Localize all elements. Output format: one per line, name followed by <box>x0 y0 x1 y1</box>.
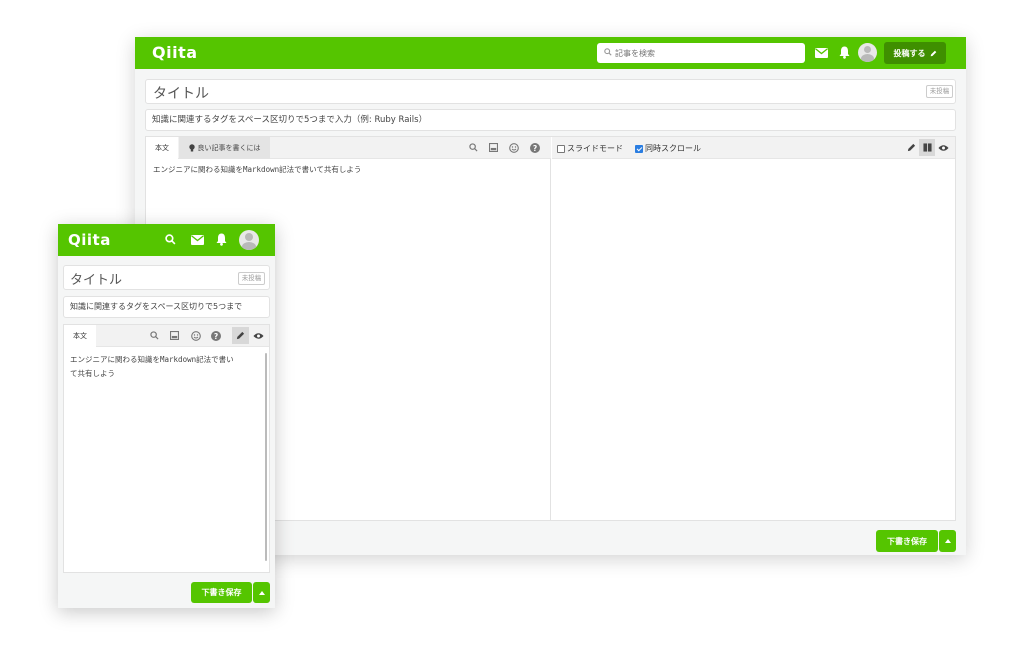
status-badge: 未投稿 <box>926 85 953 98</box>
search-icon[interactable] <box>469 143 478 152</box>
post-button-label: 投稿する <box>893 48 926 58</box>
image-icon[interactable] <box>170 331 179 340</box>
split-mode-button[interactable] <box>919 139 935 156</box>
preview-pane: スライドモード 同時スクロール <box>552 137 955 520</box>
svg-text:?: ? <box>214 332 218 341</box>
tab-body[interactable]: 本文 <box>146 137 178 159</box>
edit-mode-button[interactable] <box>903 139 919 156</box>
edit-mode-button[interactable] <box>232 327 249 344</box>
emoji-icon[interactable] <box>191 331 201 341</box>
lightbulb-icon <box>188 144 195 152</box>
header-bar: Qiita 投稿する <box>135 37 966 69</box>
mobile-editor-pane[interactable]: 本文 ? エンジニアに関わる知識をMarkdown記法で書い て共有しよう <box>63 324 270 573</box>
title-placeholder: タイトル <box>153 86 209 102</box>
checkbox-checked[interactable] <box>635 144 643 153</box>
save-options-button[interactable] <box>253 582 270 603</box>
editor-toolbar: 本文 良い記事を書くには ? <box>146 137 551 159</box>
tags-input[interactable]: 知識に関連するタグをスペース区切りで5つまで <box>63 296 270 318</box>
avatar-icon[interactable] <box>858 43 877 62</box>
body-placeholder: エンジニアに関わる知識をMarkdown記法で書いて共有しよう <box>153 165 362 174</box>
body-placeholder: エンジニアに関わる知識をMarkdown記法で書い て共有しよう <box>70 353 234 381</box>
title-placeholder: タイトル <box>70 273 123 288</box>
bell-icon[interactable] <box>839 46 850 59</box>
preview-mode-button[interactable] <box>935 139 951 156</box>
search-icon[interactable] <box>150 331 159 340</box>
tab-body[interactable]: 本文 <box>64 325 96 347</box>
save-options-button[interactable] <box>939 530 956 552</box>
qiita-logo[interactable]: Qiita <box>152 43 198 62</box>
title-input[interactable]: タイトル 未投稿 <box>63 265 270 290</box>
split-view-icon <box>922 143 932 152</box>
sync-scroll-label: 同時スクロール <box>645 144 701 153</box>
mail-icon[interactable] <box>191 235 204 245</box>
bell-icon[interactable] <box>216 233 227 246</box>
body-placeholder-line-2: て共有しよう <box>70 369 115 378</box>
search-input[interactable] <box>615 45 795 61</box>
status-badge: 未投稿 <box>238 272 265 285</box>
pencil-icon <box>930 50 936 56</box>
help-icon[interactable]: ? <box>530 143 540 153</box>
sync-scroll-checkbox[interactable]: 同時スクロール <box>635 143 701 154</box>
pencil-icon <box>236 331 245 340</box>
tab-writing-tips[interactable]: 良い記事を書くには <box>179 137 270 159</box>
title-input[interactable]: タイトル 未投稿 <box>145 79 956 104</box>
eye-icon <box>937 144 949 151</box>
svg-text:?: ? <box>533 144 537 153</box>
search-box[interactable] <box>597 43 805 63</box>
checkbox-unchecked[interactable] <box>557 144 565 153</box>
qiita-logo[interactable]: Qiita <box>68 231 111 249</box>
pencil-icon <box>907 143 915 152</box>
mail-icon[interactable] <box>815 48 828 58</box>
save-draft-button[interactable]: 下書き保存 <box>876 530 938 552</box>
slide-mode-label: スライドモード <box>567 144 623 153</box>
save-draft-button[interactable]: 下書き保存 <box>191 582 252 603</box>
tags-input[interactable]: 知識に関連するタグをスペース区切りで5つまで入力（例: Ruby Rails） <box>145 109 956 131</box>
body-placeholder-line-1: エンジニアに関わる知識をMarkdown記法で書い <box>70 355 234 364</box>
preview-toolbar: スライドモード 同時スクロール <box>552 137 955 159</box>
mobile-header-bar: Qiita <box>58 224 275 256</box>
post-button[interactable]: 投稿する <box>884 42 946 64</box>
help-icon[interactable]: ? <box>211 331 221 341</box>
mobile-editor-toolbar: 本文 ? <box>64 325 269 347</box>
search-icon[interactable] <box>165 234 176 245</box>
mobile-editor-window: Qiita タイトル 未投稿 知識に関連するタグをスペース区切りで5つまで 本文 <box>58 224 275 608</box>
caret-up-icon <box>258 590 265 595</box>
scrollbar[interactable] <box>265 353 267 561</box>
preview-mode-button[interactable] <box>250 327 267 344</box>
tab-writing-tips-label: 良い記事を書くには <box>197 144 261 152</box>
image-icon[interactable] <box>489 143 498 152</box>
search-icon <box>604 48 612 56</box>
emoji-icon[interactable] <box>509 143 519 153</box>
slide-mode-checkbox[interactable]: スライドモード <box>557 143 623 154</box>
caret-up-icon <box>944 539 951 543</box>
eye-icon <box>253 332 264 339</box>
avatar-icon[interactable] <box>239 230 259 250</box>
